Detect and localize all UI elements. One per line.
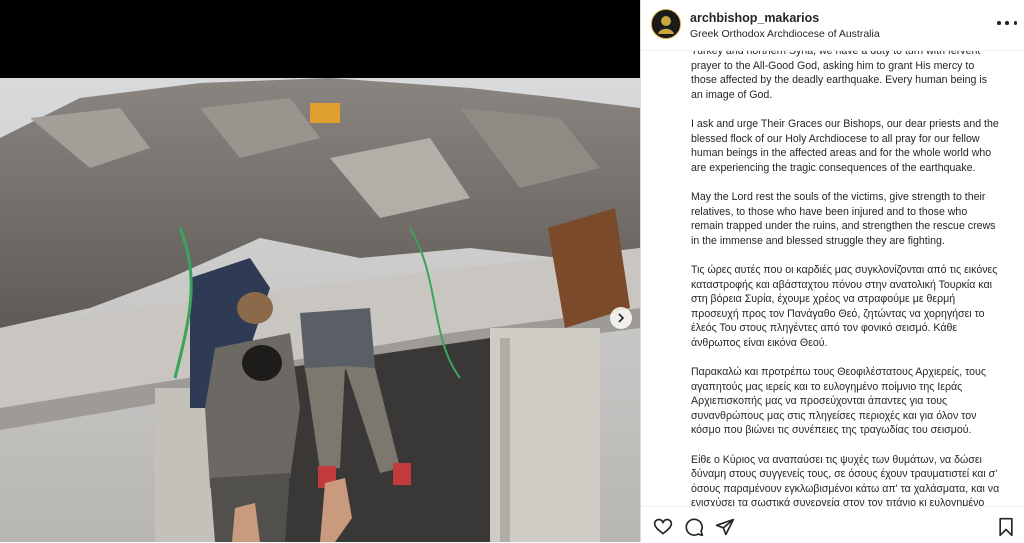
post-sidebar: archbishop_makarios Greek Orthodox Archd…	[640, 0, 1024, 543]
bookmark-icon	[999, 517, 1013, 537]
post-photo	[0, 78, 640, 542]
caption-paragraph: I ask and urge Their Graces our Bishops,…	[691, 117, 999, 174]
action-bar	[641, 506, 1024, 543]
caption-paragraph: Turkey and northern Syria, we have a dut…	[691, 45, 988, 101]
media-pane	[0, 0, 640, 542]
post-caption: Turkey and northern Syria, we have a dut…	[691, 40, 1001, 506]
rescue-photo-illustration	[0, 78, 640, 542]
avatar[interactable]	[651, 9, 681, 39]
caption-paragraph: Παρακαλώ και προτρέπω τους Θεοφιλέστατου…	[691, 366, 986, 437]
share-icon	[715, 518, 735, 536]
carousel-next-button[interactable]	[610, 307, 632, 329]
caption-paragraph: Τις ώρες αυτές που οι καρδιές μας συγκλο…	[691, 263, 998, 349]
save-button[interactable]	[996, 517, 1016, 537]
post-header: archbishop_makarios Greek Orthodox Archd…	[641, 0, 1024, 51]
like-button[interactable]	[653, 517, 673, 537]
caption-paragraph: Είθε ο Κύριος να αναπαύσει τις ψυχές των…	[691, 453, 1000, 506]
caption-paragraph: May the Lord rest the souls of the victi…	[691, 190, 996, 247]
username-link[interactable]: archbishop_makarios	[690, 11, 819, 25]
chevron-right-icon	[618, 313, 625, 323]
heart-icon	[653, 518, 673, 535]
profile-emblem-icon	[653, 11, 679, 37]
comment-button[interactable]	[684, 517, 704, 537]
comment-icon	[685, 518, 704, 537]
profile-subtitle[interactable]: Greek Orthodox Archdiocese of Australia	[690, 28, 880, 40]
more-options-icon[interactable]	[997, 16, 1017, 30]
share-button[interactable]	[715, 517, 735, 537]
